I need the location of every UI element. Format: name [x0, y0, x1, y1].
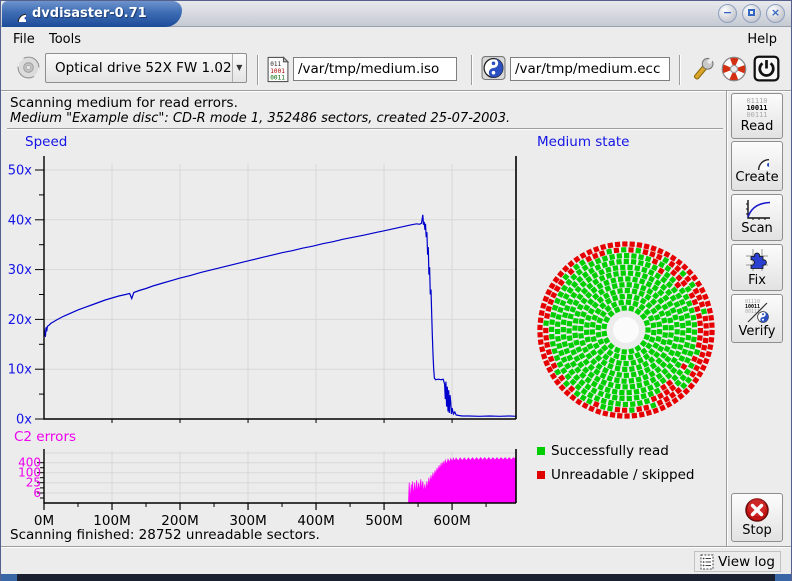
- separator: [1, 90, 792, 92]
- toolbar-separator: [471, 55, 473, 85]
- app-yinyang-icon: [9, 5, 26, 22]
- speed-chart-title: Speed: [25, 134, 67, 150]
- svg-text:10x: 10x: [8, 363, 33, 378]
- drive-select-value: Optical drive 52X FW 1.02: [46, 60, 232, 76]
- svg-text:400: 400: [18, 456, 41, 470]
- ecc-file-icon: [481, 55, 506, 81]
- status-bar: View log: [1, 548, 791, 575]
- svg-text:500M: 500M: [365, 513, 402, 529]
- iso-file-icon: 011 1001 0011: [267, 56, 289, 83]
- quit-power-icon[interactable]: [753, 55, 780, 82]
- separator: [726, 91, 728, 547]
- close-button[interactable]: ×: [766, 4, 785, 23]
- menu-file[interactable]: File: [7, 30, 41, 49]
- iso-path-input[interactable]: [293, 57, 457, 81]
- fix-button-label: Fix: [748, 273, 766, 288]
- minimize-button[interactable]: −: [718, 4, 737, 23]
- svg-text:50x: 50x: [8, 164, 33, 179]
- c2-errors-title: C2 errors: [14, 429, 76, 445]
- svg-text:25: 25: [26, 476, 41, 490]
- svg-text:0011: 0011: [270, 74, 285, 81]
- scan-button[interactable]: Scan: [731, 194, 783, 241]
- svg-text:6: 6: [33, 486, 41, 500]
- svg-text:100: 100: [18, 466, 41, 480]
- drive-select[interactable]: Optical drive 52X FW 1.02 ▼: [45, 53, 247, 83]
- svg-text:40x: 40x: [8, 213, 33, 228]
- title-bar[interactable]: dvdisaster-0.71 − ×: [1, 1, 791, 27]
- read-button-label: Read: [741, 119, 774, 134]
- preferences-wrench-icon[interactable]: [689, 54, 717, 84]
- verify-button-label: Verify: [739, 324, 776, 339]
- toolbar-separator: [679, 55, 681, 85]
- ecc-path-input[interactable]: [510, 57, 670, 81]
- read-binary-icon: 01110 10011 00111: [746, 98, 767, 119]
- legend-bad-label: Unreadable / skipped: [551, 467, 694, 483]
- read-button[interactable]: 01110 10011 00111 Read: [731, 93, 783, 139]
- chevron-down-icon: ▼: [232, 54, 246, 82]
- legend-bad-swatch: [537, 471, 545, 479]
- legend-unreadable: Unreadable / skipped: [537, 467, 694, 483]
- scan-result-text: Scanning finished: 28752 unreadable sect…: [10, 527, 320, 543]
- optical-drive-icon: [16, 55, 41, 80]
- maximize-button[interactable]: [742, 4, 761, 23]
- create-yinyang-icon: [746, 147, 769, 170]
- svg-text:20x: 20x: [8, 313, 33, 328]
- fix-puzzle-icon: [744, 247, 770, 273]
- legend-good-swatch: [537, 447, 545, 455]
- window-bottom-frame: [1, 574, 791, 581]
- medium-state-title: Medium state: [537, 134, 629, 150]
- view-log-label: View log: [718, 554, 775, 570]
- toolbar: Optical drive 52X FW 1.02 ▼ 011 1001 001…: [1, 49, 791, 90]
- medium-info-text: Medium "Example disc": CD-R mode 1, 3524…: [10, 111, 510, 126]
- legend-good-label: Successfully read: [551, 443, 669, 459]
- stop-icon: [744, 497, 770, 523]
- svg-text:0x: 0x: [16, 413, 32, 428]
- create-button[interactable]: Create: [731, 141, 783, 191]
- app-window: dvdisaster-0.71 − × File Tools Help Opti…: [0, 0, 792, 581]
- menu-bar: File Tools Help: [1, 28, 791, 49]
- svg-text:30x: 30x: [8, 263, 33, 278]
- separator: [7, 128, 723, 130]
- stop-button[interactable]: Stop: [731, 493, 783, 542]
- svg-text:600M: 600M: [433, 513, 470, 529]
- scan-chart-icon: [743, 199, 771, 221]
- menu-tools[interactable]: Tools: [43, 30, 87, 49]
- toolbar-separator: [257, 55, 259, 85]
- legend-successfully-read: Successfully read: [537, 443, 669, 459]
- create-button-label: Create: [735, 170, 778, 185]
- window-title: dvdisaster-0.71: [32, 6, 147, 21]
- view-log-button[interactable]: View log: [694, 551, 781, 572]
- fix-button[interactable]: Fix: [731, 244, 783, 291]
- help-lifebuoy-icon[interactable]: [720, 55, 748, 83]
- scan-button-label: Scan: [741, 221, 773, 236]
- log-list-icon: [700, 554, 714, 570]
- menu-help[interactable]: Help: [741, 30, 783, 49]
- verify-button[interactable]: 01110 10011 00111 Verify: [731, 294, 783, 343]
- stop-button-label: Stop: [742, 523, 772, 538]
- scan-status-text: Scanning medium for read errors.: [10, 95, 238, 111]
- verify-compare-icon: 01110 10011 00111: [744, 298, 770, 324]
